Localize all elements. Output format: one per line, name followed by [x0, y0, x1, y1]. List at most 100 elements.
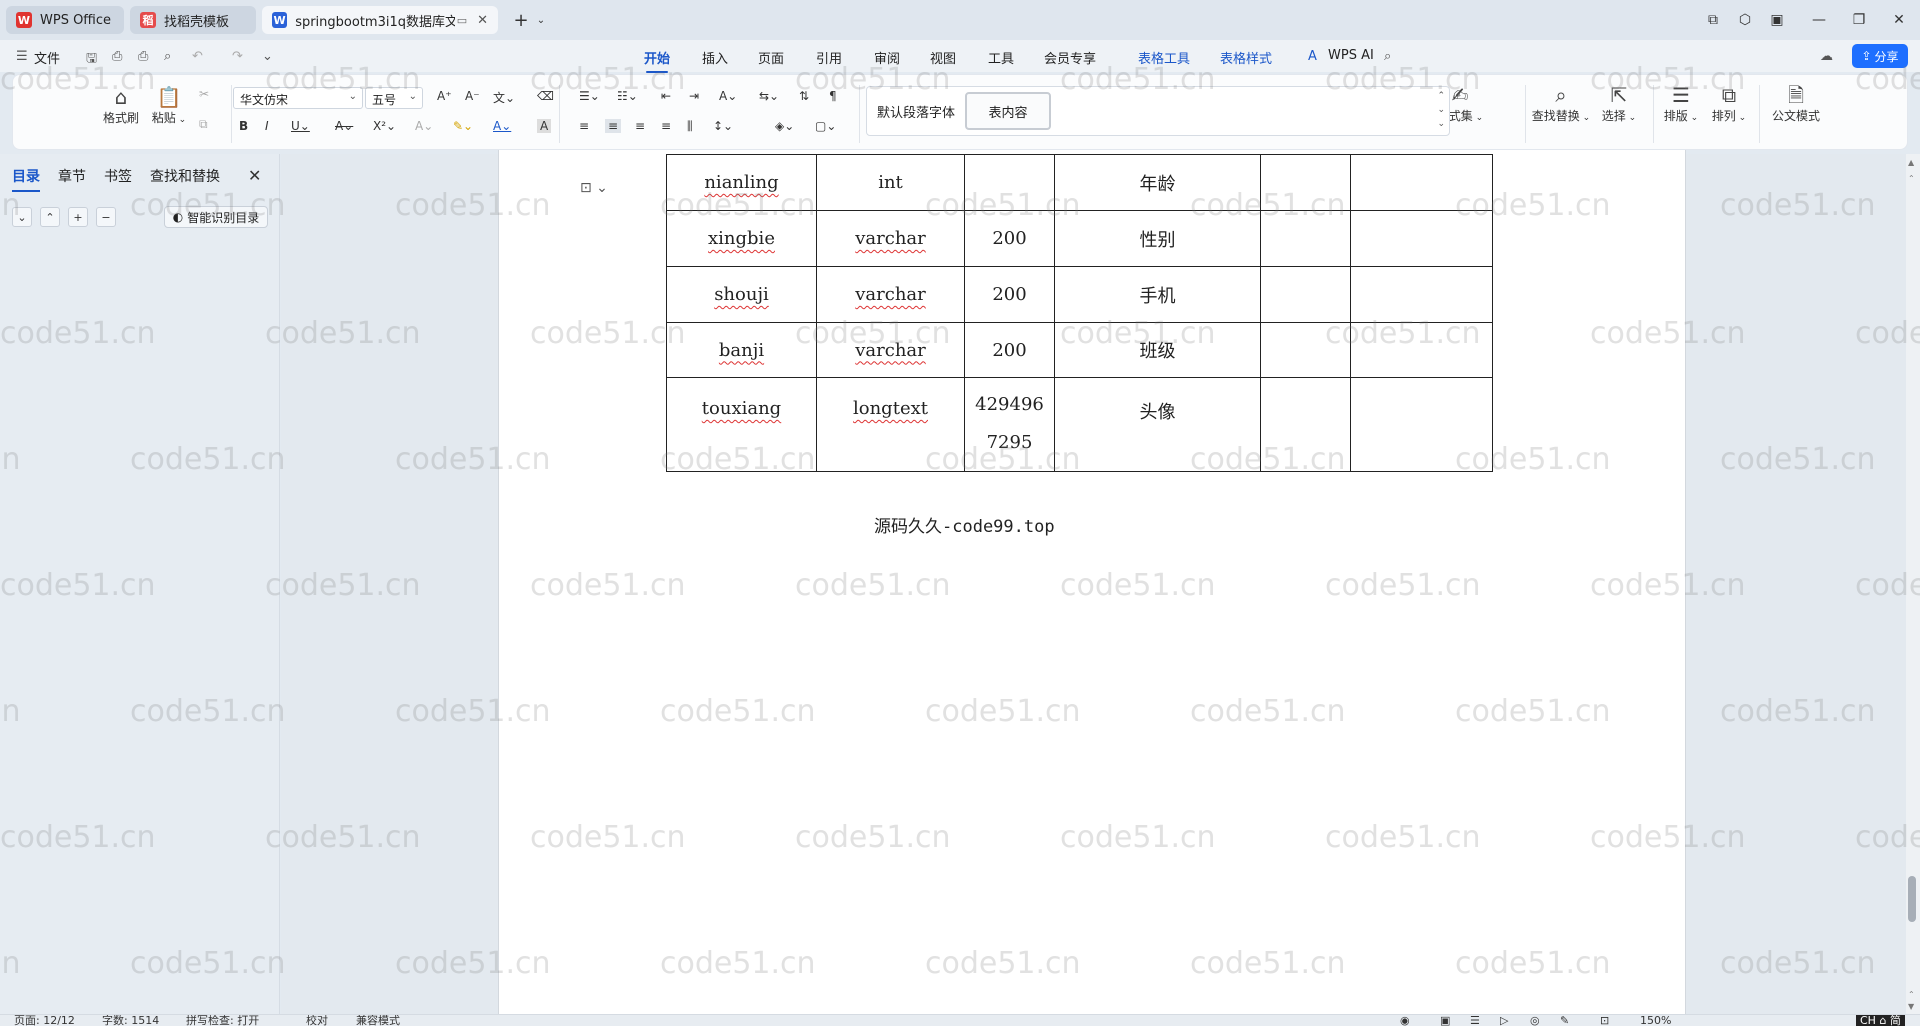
tab-page[interactable]: 页面 — [758, 48, 784, 67]
cell-name[interactable]: xingbie — [666, 210, 817, 267]
strikethrough-icon[interactable]: A⌄ — [335, 119, 353, 133]
redo-icon[interactable]: ↷ — [232, 49, 243, 64]
show-marks-icon[interactable]: ¶ — [829, 89, 837, 103]
tab-wps-office[interactable]: W WPS Office — [6, 6, 124, 34]
cell-comment[interactable]: 性别 — [1054, 210, 1261, 267]
scrollbar-thumb[interactable] — [1908, 876, 1916, 922]
tab-home[interactable]: 开始 — [644, 48, 670, 73]
restore-icon[interactable]: ❐ — [1848, 9, 1870, 31]
decrease-indent-icon[interactable]: ⇤ — [661, 89, 671, 103]
export-icon[interactable]: ⎙ — [112, 49, 122, 64]
cell-length[interactable]: 200 — [964, 210, 1055, 267]
char-shading-icon[interactable]: A — [537, 119, 552, 133]
shrink-font-icon[interactable]: A⁻ — [465, 89, 480, 103]
new-tab-button[interactable]: + — [510, 9, 532, 31]
select-button[interactable]: ⇱ 选择 ⌄ — [1599, 83, 1639, 124]
increase-indent-icon[interactable]: ⇥ — [689, 89, 699, 103]
font-name-select[interactable]: 华文仿宋 ⌄ — [233, 87, 363, 109]
share-button[interactable]: ⇪ 分享 — [1852, 44, 1908, 68]
tab-insert[interactable]: 插入 — [702, 48, 728, 67]
align-left-icon[interactable]: ≡ — [579, 119, 589, 133]
minus-icon[interactable]: − — [96, 207, 116, 227]
close-tab-icon[interactable]: ✕ — [477, 13, 488, 28]
distributed-icon[interactable]: ⫼ — [687, 119, 693, 134]
paste-button[interactable]: 📋 粘贴 ⌄ — [149, 85, 189, 126]
cell-comment[interactable]: 手机 — [1054, 266, 1261, 323]
play-icon[interactable]: ▷ — [1500, 1015, 1508, 1026]
outline-view-icon[interactable]: ☰ — [1470, 1015, 1480, 1026]
undo-icon[interactable]: ↶ — [192, 49, 203, 64]
cell-type[interactable]: varchar — [816, 322, 965, 378]
highlight-icon[interactable]: ✎⌄ — [453, 119, 473, 133]
layout-button[interactable]: ☰ 排版 ⌄ — [1661, 83, 1701, 124]
print-icon[interactable]: ⎙ — [138, 49, 148, 64]
style-table-content[interactable]: 表内容 — [965, 92, 1051, 130]
pen-icon[interactable]: ✎ — [1560, 1015, 1569, 1026]
scroll-down-icon[interactable]: ▼ — [1908, 1002, 1914, 1011]
cell-empty[interactable] — [1260, 377, 1351, 472]
cell-name[interactable]: touxiang — [666, 377, 817, 472]
cell-length[interactable]: 200 — [964, 322, 1055, 378]
format-painter-button[interactable]: ⌂ 格式刷 — [99, 85, 143, 126]
tab-references[interactable]: 引用 — [816, 48, 842, 67]
superscript-icon[interactable]: X²⌄ — [373, 119, 396, 133]
eye-icon[interactable]: ◉ — [1400, 1015, 1410, 1026]
scroll-top-icon[interactable]: ⌃ — [1908, 174, 1915, 183]
smart-toc-button[interactable]: ◐ 智能识别目录 — [164, 206, 268, 228]
text-direction-icon[interactable]: A⌄ — [719, 89, 737, 103]
cell-name[interactable]: nianling — [666, 154, 817, 211]
tab-list-chevron-icon[interactable]: ⌄ — [530, 9, 552, 31]
cell-comment[interactable]: 班级 — [1054, 322, 1261, 378]
line-spacing-icon[interactable]: ↕⌄ — [713, 119, 733, 133]
bullet-list-icon[interactable]: ☰⌄ — [579, 89, 600, 103]
tab-member[interactable]: 会员专享 — [1044, 48, 1096, 67]
cell-empty[interactable] — [1260, 322, 1351, 378]
cell-empty[interactable] — [1260, 154, 1351, 211]
cell-length[interactable]: 429496 7295 — [964, 377, 1055, 472]
chevron-up-icon[interactable]: ⌃ — [40, 207, 60, 227]
nav-tab-bookmarks[interactable]: 书签 — [104, 166, 132, 186]
print-preview-icon[interactable]: ⌕ — [164, 49, 171, 64]
plus-icon[interactable]: + — [68, 207, 88, 227]
clear-format-icon[interactable]: ⌫ — [537, 89, 554, 103]
scroll-prev-page-icon[interactable]: ⌃ — [1908, 990, 1915, 999]
borders-icon[interactable]: ▢⌄ — [815, 119, 836, 133]
cut-icon[interactable]: ✂ — [199, 87, 209, 101]
search-icon[interactable]: ⌕ — [1384, 49, 1391, 64]
field-table[interactable]: nianling int 年龄 xingbie varchar 200 性别 s… — [666, 154, 1493, 472]
underline-icon[interactable]: U⌄ — [291, 119, 310, 133]
sort-icon[interactable]: ⇅ — [799, 89, 809, 103]
avatar[interactable]: ▣ — [1766, 9, 1788, 31]
close-icon[interactable]: ✕ — [248, 166, 261, 185]
bold-icon[interactable]: B — [239, 119, 248, 133]
nav-tab-chapters[interactable]: 章节 — [58, 166, 86, 186]
hamburger-icon[interactable]: ☰ — [16, 49, 28, 64]
cube-icon[interactable]: ⬡ — [1734, 9, 1756, 31]
find-replace-button[interactable]: ⌕ 查找替换 ⌄ — [1531, 83, 1591, 124]
gallery-scroll-arrows[interactable]: ⌃ ⌄ ⌄ — [1437, 89, 1445, 131]
grow-font-icon[interactable]: A⁺ — [437, 89, 452, 103]
fit-icon[interactable]: ⊡ — [1600, 1015, 1609, 1026]
spell-check-status[interactable]: 拼写检查: 打开 — [186, 1015, 259, 1026]
phonetic-guide-icon[interactable]: 文⌄ — [493, 89, 515, 106]
shading-icon[interactable]: ◈⌄ — [775, 119, 794, 133]
numbered-list-icon[interactable]: ☷⌄ — [617, 89, 638, 103]
cell-comment[interactable]: 年龄 — [1054, 154, 1261, 211]
cell-empty[interactable] — [1350, 154, 1493, 211]
tab-table-style[interactable]: 表格样式 — [1220, 48, 1272, 67]
arrange-button[interactable]: ⧉ 排列 ⌄ — [1709, 83, 1749, 124]
cell-length[interactable]: 200 — [964, 266, 1055, 323]
cell-type[interactable]: varchar — [816, 210, 965, 267]
cell-comment[interactable]: 头像 — [1054, 377, 1261, 472]
cloud-sync-icon[interactable]: ☁ — [1820, 49, 1833, 64]
page-view-icon[interactable]: ▣ — [1440, 1015, 1450, 1026]
window-tile-icon[interactable]: ⧉ — [1702, 9, 1724, 31]
text-effect-icon[interactable]: A⌄ — [415, 119, 433, 133]
file-menu[interactable]: 文件 — [34, 48, 60, 67]
official-mode-button[interactable]: 🗎 公文模式 — [1769, 83, 1823, 124]
tab-tools[interactable]: 工具 — [988, 48, 1014, 67]
cell-type[interactable]: int — [816, 154, 965, 211]
tab-docer[interactable]: 稻 找稻壳模板 — [130, 6, 256, 34]
cell-empty[interactable] — [1260, 266, 1351, 323]
align-center-icon[interactable]: ≡ — [605, 119, 622, 133]
